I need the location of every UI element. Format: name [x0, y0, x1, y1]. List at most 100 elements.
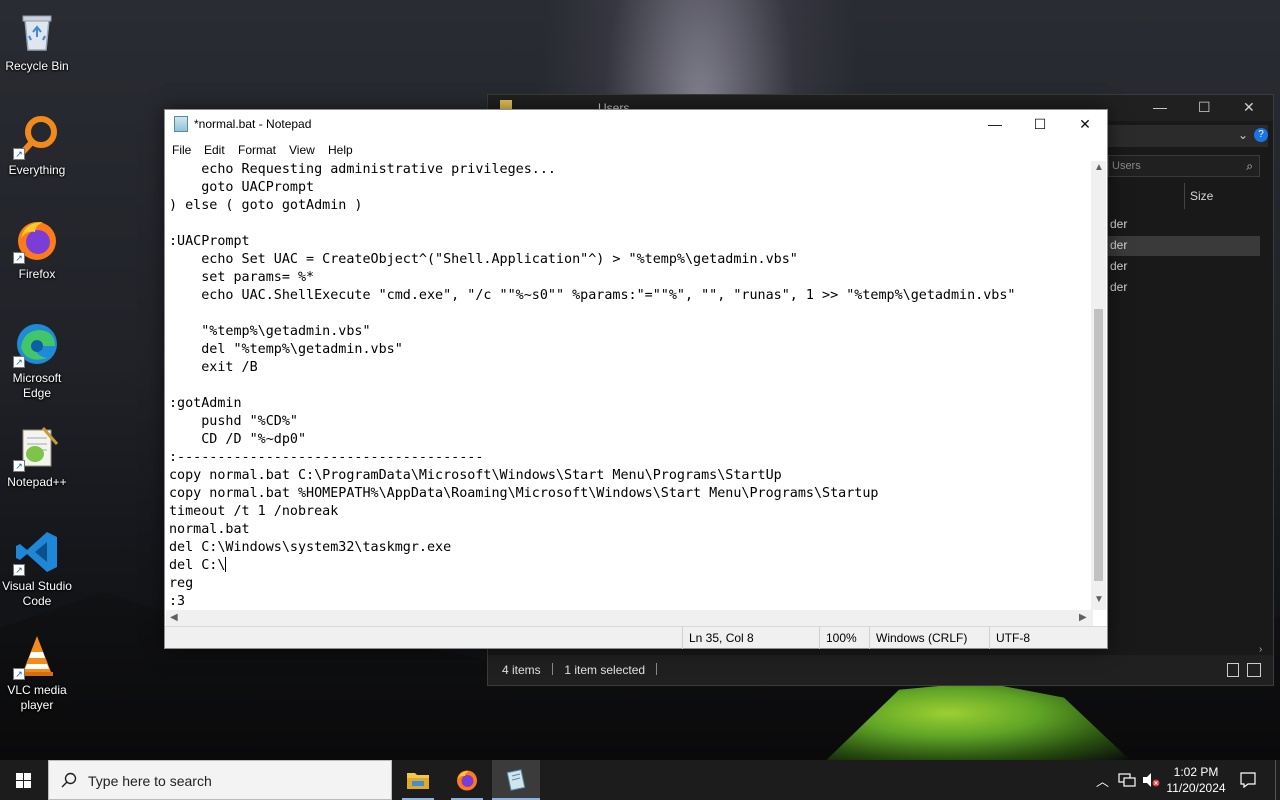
- close-icon[interactable]: ✕: [1243, 99, 1255, 116]
- desktop-icon-vlc[interactable]: ↗ VLC media player: [0, 632, 74, 713]
- menu-file[interactable]: File: [172, 143, 191, 157]
- explorer-statusbar: 4 items 1 item selected: [488, 655, 1273, 685]
- shortcut-arrow-icon: ↗: [13, 148, 25, 160]
- show-desktop-button[interactable]: [1275, 760, 1280, 800]
- list-item[interactable]: der: [1110, 280, 1127, 294]
- menu-edit[interactable]: Edit: [204, 143, 225, 157]
- taskbar-notepad[interactable]: [492, 760, 540, 800]
- chevron-down-icon[interactable]: ⌄: [1238, 128, 1248, 142]
- shortcut-arrow-icon: ↗: [13, 252, 25, 264]
- editor-text-before-caret: echo Requesting administrative privilege…: [169, 162, 1016, 573]
- column-header-size[interactable]: Size: [1190, 189, 1213, 203]
- list-item[interactable]: der: [1110, 217, 1127, 231]
- notepad-icon: [174, 116, 188, 132]
- scroll-right-icon[interactable]: ▶: [1079, 612, 1087, 623]
- list-item[interactable]: der: [1110, 259, 1127, 273]
- desktop-icon-notepadpp[interactable]: ↗ Notepad++: [0, 424, 74, 490]
- menu-format[interactable]: Format: [238, 143, 276, 157]
- scroll-up-icon[interactable]: ▲: [1094, 162, 1104, 173]
- taskbar-firefox[interactable]: [443, 760, 491, 800]
- vscode-icon: ↗: [13, 528, 61, 576]
- status-selected-count: 1 item selected: [564, 663, 646, 677]
- vlc-icon: ↗: [13, 632, 61, 680]
- desktop-icon-label: Everything: [8, 163, 66, 177]
- horizontal-scrollbar[interactable]: ◀ ▶: [166, 610, 1093, 626]
- status-encoding: UTF-8: [989, 627, 1107, 649]
- notepadpp-icon: ↗: [13, 424, 61, 472]
- status-divider: [656, 663, 658, 675]
- thumbnail-view-icon[interactable]: [1247, 663, 1261, 677]
- notepad-titlebar[interactable]: *normal.bat - Notepad — ☐ ✕: [165, 110, 1107, 139]
- desktop-icon-firefox[interactable]: ↗ Firefox: [0, 216, 74, 282]
- clock-time: 1:02 PM: [1173, 765, 1219, 779]
- edge-icon: ↗: [13, 320, 61, 368]
- recycle-bin-icon: [13, 8, 61, 56]
- folder-icon: [407, 773, 429, 789]
- scroll-down-icon[interactable]: ▼: [1094, 594, 1104, 605]
- column-divider: [1184, 183, 1185, 209]
- desktop-icon-label: Recycle Bin: [5, 59, 69, 73]
- clock-date: 11/20/2024: [1166, 781, 1226, 795]
- editor-text-after-caret: reg :3: [169, 576, 194, 609]
- taskbar: Type here to search ︿ 1:02 PM 11/20/2024: [0, 760, 1280, 800]
- volume-muted-icon[interactable]: [1142, 772, 1160, 788]
- desktop-icon-label: Microsoft Edge: [12, 371, 62, 400]
- close-button[interactable]: ✕: [1062, 110, 1108, 139]
- help-icon[interactable]: ?: [1254, 128, 1268, 142]
- taskbar-search-placeholder: Type here to search: [88, 773, 212, 789]
- maximize-button[interactable]: ☐: [1017, 110, 1063, 139]
- status-divider: [552, 663, 554, 675]
- notepad-title: *normal.bat - Notepad: [194, 117, 312, 131]
- desktop-icon-edge[interactable]: ↗ Microsoft Edge: [0, 320, 74, 401]
- scroll-right-icon[interactable]: ›: [1259, 644, 1262, 655]
- shortcut-arrow-icon: ↗: [13, 564, 25, 576]
- network-icon[interactable]: [1118, 772, 1136, 788]
- editor-text: echo Requesting administrative privilege…: [169, 161, 1016, 611]
- status-cursor-position: Ln 35, Col 8: [682, 627, 817, 649]
- text-editor[interactable]: echo Requesting administrative privilege…: [166, 161, 1094, 617]
- list-item[interactable]: der: [1110, 238, 1127, 252]
- desktop-icon-everything[interactable]: ↗ Everything: [0, 112, 74, 178]
- status-item-count: 4 items: [502, 663, 541, 677]
- minimize-icon[interactable]: —: [1153, 99, 1167, 115]
- scroll-left-icon[interactable]: ◀: [170, 612, 178, 623]
- notepad-statusbar: Ln 35, Col 8 100% Windows (CRLF) UTF-8: [165, 626, 1107, 649]
- windows-logo-icon: [16, 773, 31, 788]
- notepad-icon: [506, 769, 526, 791]
- explorer-ribbon: ⌄ ?: [1108, 125, 1268, 147]
- explorer-search-placeholder: Users: [1112, 160, 1141, 172]
- start-button[interactable]: [0, 760, 48, 800]
- desktop-icon-vscode[interactable]: ↗ Visual Studio Code: [0, 528, 74, 609]
- desktop-icon-label: Notepad++: [7, 475, 67, 489]
- desktop-icon-recycle-bin[interactable]: Recycle Bin: [0, 8, 74, 74]
- status-line-ending: Windows (CRLF): [869, 627, 989, 649]
- taskbar-search-box[interactable]: Type here to search: [48, 760, 392, 800]
- vertical-scrollbar[interactable]: ▲ ▼: [1091, 161, 1106, 610]
- shortcut-arrow-icon: ↗: [13, 460, 25, 472]
- maximize-icon[interactable]: ☐: [1198, 99, 1211, 116]
- desktop-icon-label: VLC media player: [7, 683, 67, 712]
- everything-icon: ↗: [13, 112, 61, 160]
- search-icon: [61, 772, 77, 788]
- scrollbar-thumb[interactable]: [1094, 309, 1103, 581]
- menu-help[interactable]: Help: [328, 143, 353, 157]
- shortcut-arrow-icon: ↗: [13, 668, 25, 680]
- notepad-window[interactable]: *normal.bat - Notepad — ☐ ✕ File Edit Fo…: [164, 109, 1108, 649]
- chevron-up-icon[interactable]: ︿: [1096, 771, 1109, 790]
- search-icon: ⌕: [1246, 159, 1253, 173]
- desktop-icon-label: Visual Studio Code: [2, 579, 72, 608]
- notification-icon[interactable]: [1239, 771, 1257, 789]
- explorer-search-box[interactable]: Users ⌕: [1108, 155, 1260, 177]
- desktop-icon-label: Firefox: [18, 267, 56, 281]
- menu-bar: File Edit Format View Help: [165, 139, 1107, 161]
- firefox-icon: ↗: [13, 216, 61, 264]
- firefox-icon: [457, 770, 477, 791]
- text-caret: [225, 557, 227, 572]
- clock[interactable]: 1:02 PM 11/20/2024: [1166, 764, 1226, 796]
- status-zoom: 100%: [819, 627, 869, 649]
- selected-row-highlight: [1108, 236, 1260, 256]
- details-view-icon[interactable]: [1227, 663, 1239, 677]
- menu-view[interactable]: View: [289, 143, 315, 157]
- taskbar-file-explorer[interactable]: [394, 760, 442, 800]
- minimize-button[interactable]: —: [972, 110, 1018, 139]
